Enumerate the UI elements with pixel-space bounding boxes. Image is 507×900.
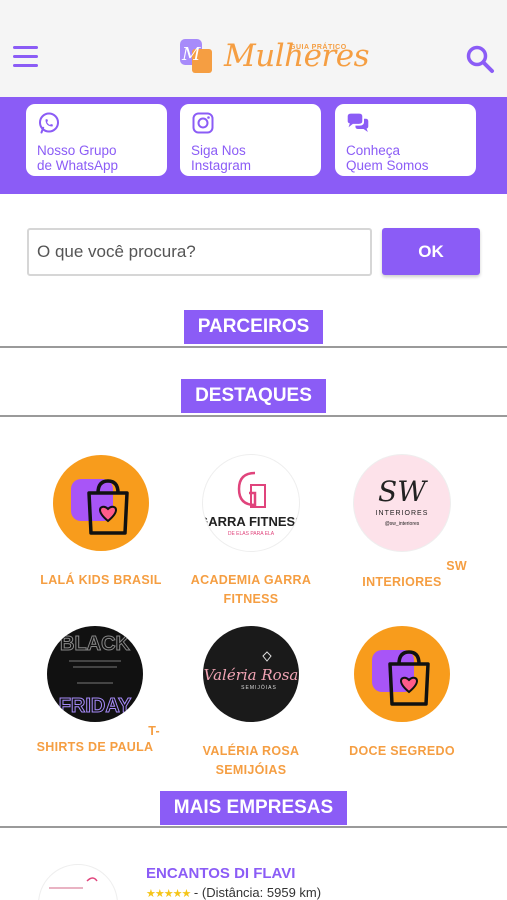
featured-name: DOCE SEGREDO: [327, 742, 477, 761]
whatsapp-group-card[interactable]: Nosso Grupo de WhatsApp: [26, 104, 167, 176]
featured-logo: [53, 455, 149, 551]
featured-name-line: ACADEMIA GARRA: [190, 573, 312, 587]
black-friday-logo: BLACK FRIDAY: [58, 633, 132, 718]
garra-logo-tagline: DE ELAS PARA ELA: [228, 531, 275, 537]
featured-item-valeria-rosa[interactable]: Valéria Rosa SEMIJÓIAS VALÉRIA ROSA SEMI…: [176, 626, 326, 780]
bf-logo-text2: FRIDAY: [59, 695, 132, 717]
garra-fitness-logo: GARRA FITNESS DE ELAS PARA ELA: [203, 471, 299, 537]
featured-name-line: LALÁ KIDS BRASIL: [40, 573, 162, 587]
instagram-card[interactable]: Siga Nos Instagram: [180, 104, 321, 176]
bf-logo-text1: BLACK: [60, 633, 131, 655]
shopping-bag-heart-icon: [71, 479, 129, 535]
featured-logo: SW INTERIORES @sw_interiores: [354, 455, 450, 551]
featured-name-line: T-: [148, 724, 160, 738]
featured-name-line: FITNESS: [223, 592, 279, 606]
featured-name-line: SHIRTS DE PAULA: [36, 740, 154, 754]
instagram-card-line2: Instagram: [191, 158, 252, 173]
partners-section-title: PARCEIROS: [184, 310, 323, 344]
about-card-line2: Quem Somos: [346, 158, 429, 173]
chat-icon: [347, 113, 369, 132]
sw-logo-sub: INTERIORES: [376, 510, 429, 517]
featured-item-sw-interiores[interactable]: SW INTERIORES @sw_interiores SW INTERIOR…: [327, 455, 477, 592]
sw-logo-handle: @sw_interiores: [385, 521, 420, 527]
social-links-band: Nosso Grupo de WhatsApp Siga Nos Instagr…: [0, 97, 507, 194]
company-logo-image: [49, 877, 98, 889]
featured-name: T- SHIRTS DE PAULA: [20, 724, 170, 757]
section-divider: [0, 346, 507, 348]
svg-text:M: M: [181, 44, 201, 65]
featured-logo: Valéria Rosa SEMIJÓIAS: [203, 626, 299, 722]
section-divider: [0, 826, 507, 828]
rating-stars-icon: ★★★★★: [146, 888, 191, 900]
highlights-section-title: DESTAQUES: [181, 379, 326, 413]
whatsapp-icon: [39, 112, 59, 134]
instagram-card-line1: Siga Nos: [191, 143, 246, 158]
featured-name-line: VALÉRIA ROSA: [202, 744, 300, 758]
logo-title: Mulheres: [224, 38, 370, 74]
featured-name: VALÉRIA ROSA SEMIJÓIAS: [176, 742, 326, 780]
search-icon[interactable]: [465, 44, 495, 74]
logo-mark-icon: M: [180, 39, 212, 73]
valeria-logo-sub: SEMIJÓIAS: [241, 684, 277, 691]
featured-name-line: INTERIORES: [362, 575, 442, 589]
hamburger-menu-icon[interactable]: [13, 46, 38, 68]
company-avatar: [38, 864, 118, 900]
search-ok-button[interactable]: OK: [382, 228, 480, 275]
featured-item-academia-garra[interactable]: GARRA FITNESS DE ELAS PARA ELA ACADEMIA …: [176, 455, 326, 609]
featured-logo: GARRA FITNESS DE ELAS PARA ELA: [203, 455, 299, 551]
company-distance: - (Distância: 5959 km): [190, 885, 322, 900]
garra-logo-text: GARRA FITNESS: [203, 514, 299, 529]
about-us-card[interactable]: Conheça Quem Somos: [335, 104, 476, 176]
valeria-rosa-logo: Valéria Rosa SEMIJÓIAS: [204, 651, 299, 691]
whatsapp-card-line1: Nosso Grupo: [37, 143, 117, 158]
company-list-item[interactable]: ENCANTOS DI FLAVI ★★★★★ - (Distância: 59…: [0, 850, 507, 900]
search-input[interactable]: [27, 228, 372, 276]
featured-item-doce-segredo[interactable]: DOCE SEGREDO: [327, 626, 477, 761]
featured-name-line: DOCE SEGREDO: [349, 744, 455, 758]
featured-name: LALÁ KIDS BRASIL: [26, 571, 176, 590]
featured-name-line: SW: [446, 559, 467, 573]
whatsapp-card-line2: de WhatsApp: [37, 158, 119, 173]
featured-name: SW INTERIORES: [327, 559, 477, 592]
section-divider: [0, 415, 507, 417]
featured-logo: BLACK FRIDAY: [47, 626, 143, 722]
more-companies-section-title: MAIS EMPRESAS: [160, 791, 347, 825]
logo[interactable]: M GUIA PRÁTICO Mulheres: [178, 34, 370, 80]
company-name: ENCANTOS DI FLAVI: [146, 865, 296, 882]
featured-name-line: SEMIJÓIAS: [215, 763, 287, 777]
sw-logo-text: SW: [378, 475, 428, 508]
valeria-logo-text: Valéria Rosa: [204, 666, 299, 684]
about-card-line1: Conheça: [346, 143, 401, 158]
company-meta: ★★★★★ - (Distância: 5959 km): [146, 885, 321, 900]
sw-interiores-logo: SW INTERIORES @sw_interiores: [376, 475, 429, 527]
featured-item-tshirts-de-paula[interactable]: BLACK FRIDAY T- SHIRTS DE PAULA: [20, 626, 170, 757]
featured-name: ACADEMIA GARRA FITNESS: [176, 571, 326, 609]
shopping-bag-heart-icon: [372, 650, 430, 706]
featured-logo: [354, 626, 450, 722]
featured-item-lala-kids[interactable]: LALÁ KIDS BRASIL: [26, 455, 176, 590]
instagram-icon: [192, 112, 214, 134]
app-header: M GUIA PRÁTICO Mulheres: [0, 0, 507, 97]
